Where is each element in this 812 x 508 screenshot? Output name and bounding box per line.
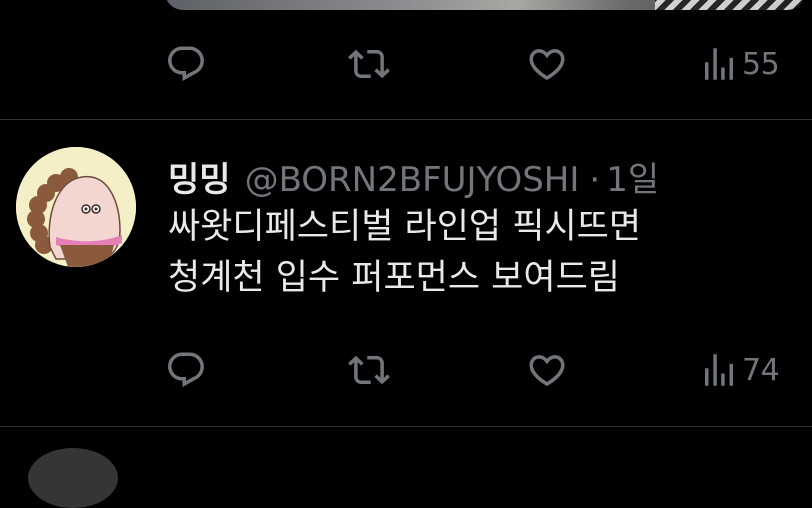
heart-icon (529, 49, 565, 81)
views-icon (705, 354, 733, 386)
tweet-divider (0, 426, 812, 427)
views-icon (705, 48, 733, 80)
avatar-image (16, 147, 136, 267)
timestamp[interactable]: 1일 (606, 152, 659, 201)
tweet-text-line: 싸왓디페스티벌 라인업 픽시뜨면 (168, 207, 642, 247)
views-button[interactable]: 55 (698, 44, 780, 84)
retweet-button[interactable] (348, 350, 390, 390)
views-button[interactable]: 74 (698, 350, 780, 390)
previous-tweet-media[interactable] (165, 0, 805, 10)
like-button[interactable] (526, 350, 568, 390)
tweet-text-line: 청계천 입수 퍼포먼스 보여드림 (168, 258, 620, 298)
views-count: 55 (742, 46, 780, 82)
tweet-text: 싸왓디페스티벌 라인업 픽시뜨면 청계천 입수 퍼포먼스 보여드림 (168, 202, 788, 304)
avatar[interactable] (16, 147, 136, 267)
tweet-header: 밍밍 @BORN2BFUJYOSHI · 1일 (168, 152, 659, 201)
retweet-icon (348, 49, 390, 79)
tweet[interactable]: 밍밍 @BORN2BFUJYOSHI · 1일 싸왓디페스티벌 라인업 픽시뜨면… (0, 120, 812, 422)
reply-button[interactable] (165, 44, 207, 84)
tweet-action-bar: 74 (165, 350, 795, 390)
media-stripe-pattern (655, 0, 805, 10)
retweet-icon (348, 355, 390, 385)
next-tweet-peek[interactable] (0, 428, 812, 508)
heart-icon (529, 355, 565, 387)
reply-icon (168, 352, 204, 387)
separator-dot: · (589, 160, 601, 200)
like-button[interactable] (526, 44, 568, 84)
retweet-button[interactable] (348, 44, 390, 84)
reply-icon (168, 46, 204, 81)
next-tweet-avatar[interactable] (28, 448, 118, 508)
display-name[interactable]: 밍밍 (168, 152, 231, 201)
views-count: 74 (742, 352, 780, 388)
reply-button[interactable] (165, 350, 207, 390)
user-handle[interactable]: @BORN2BFUJYOSHI (245, 160, 580, 200)
previous-tweet-action-bar: 55 (165, 44, 795, 84)
